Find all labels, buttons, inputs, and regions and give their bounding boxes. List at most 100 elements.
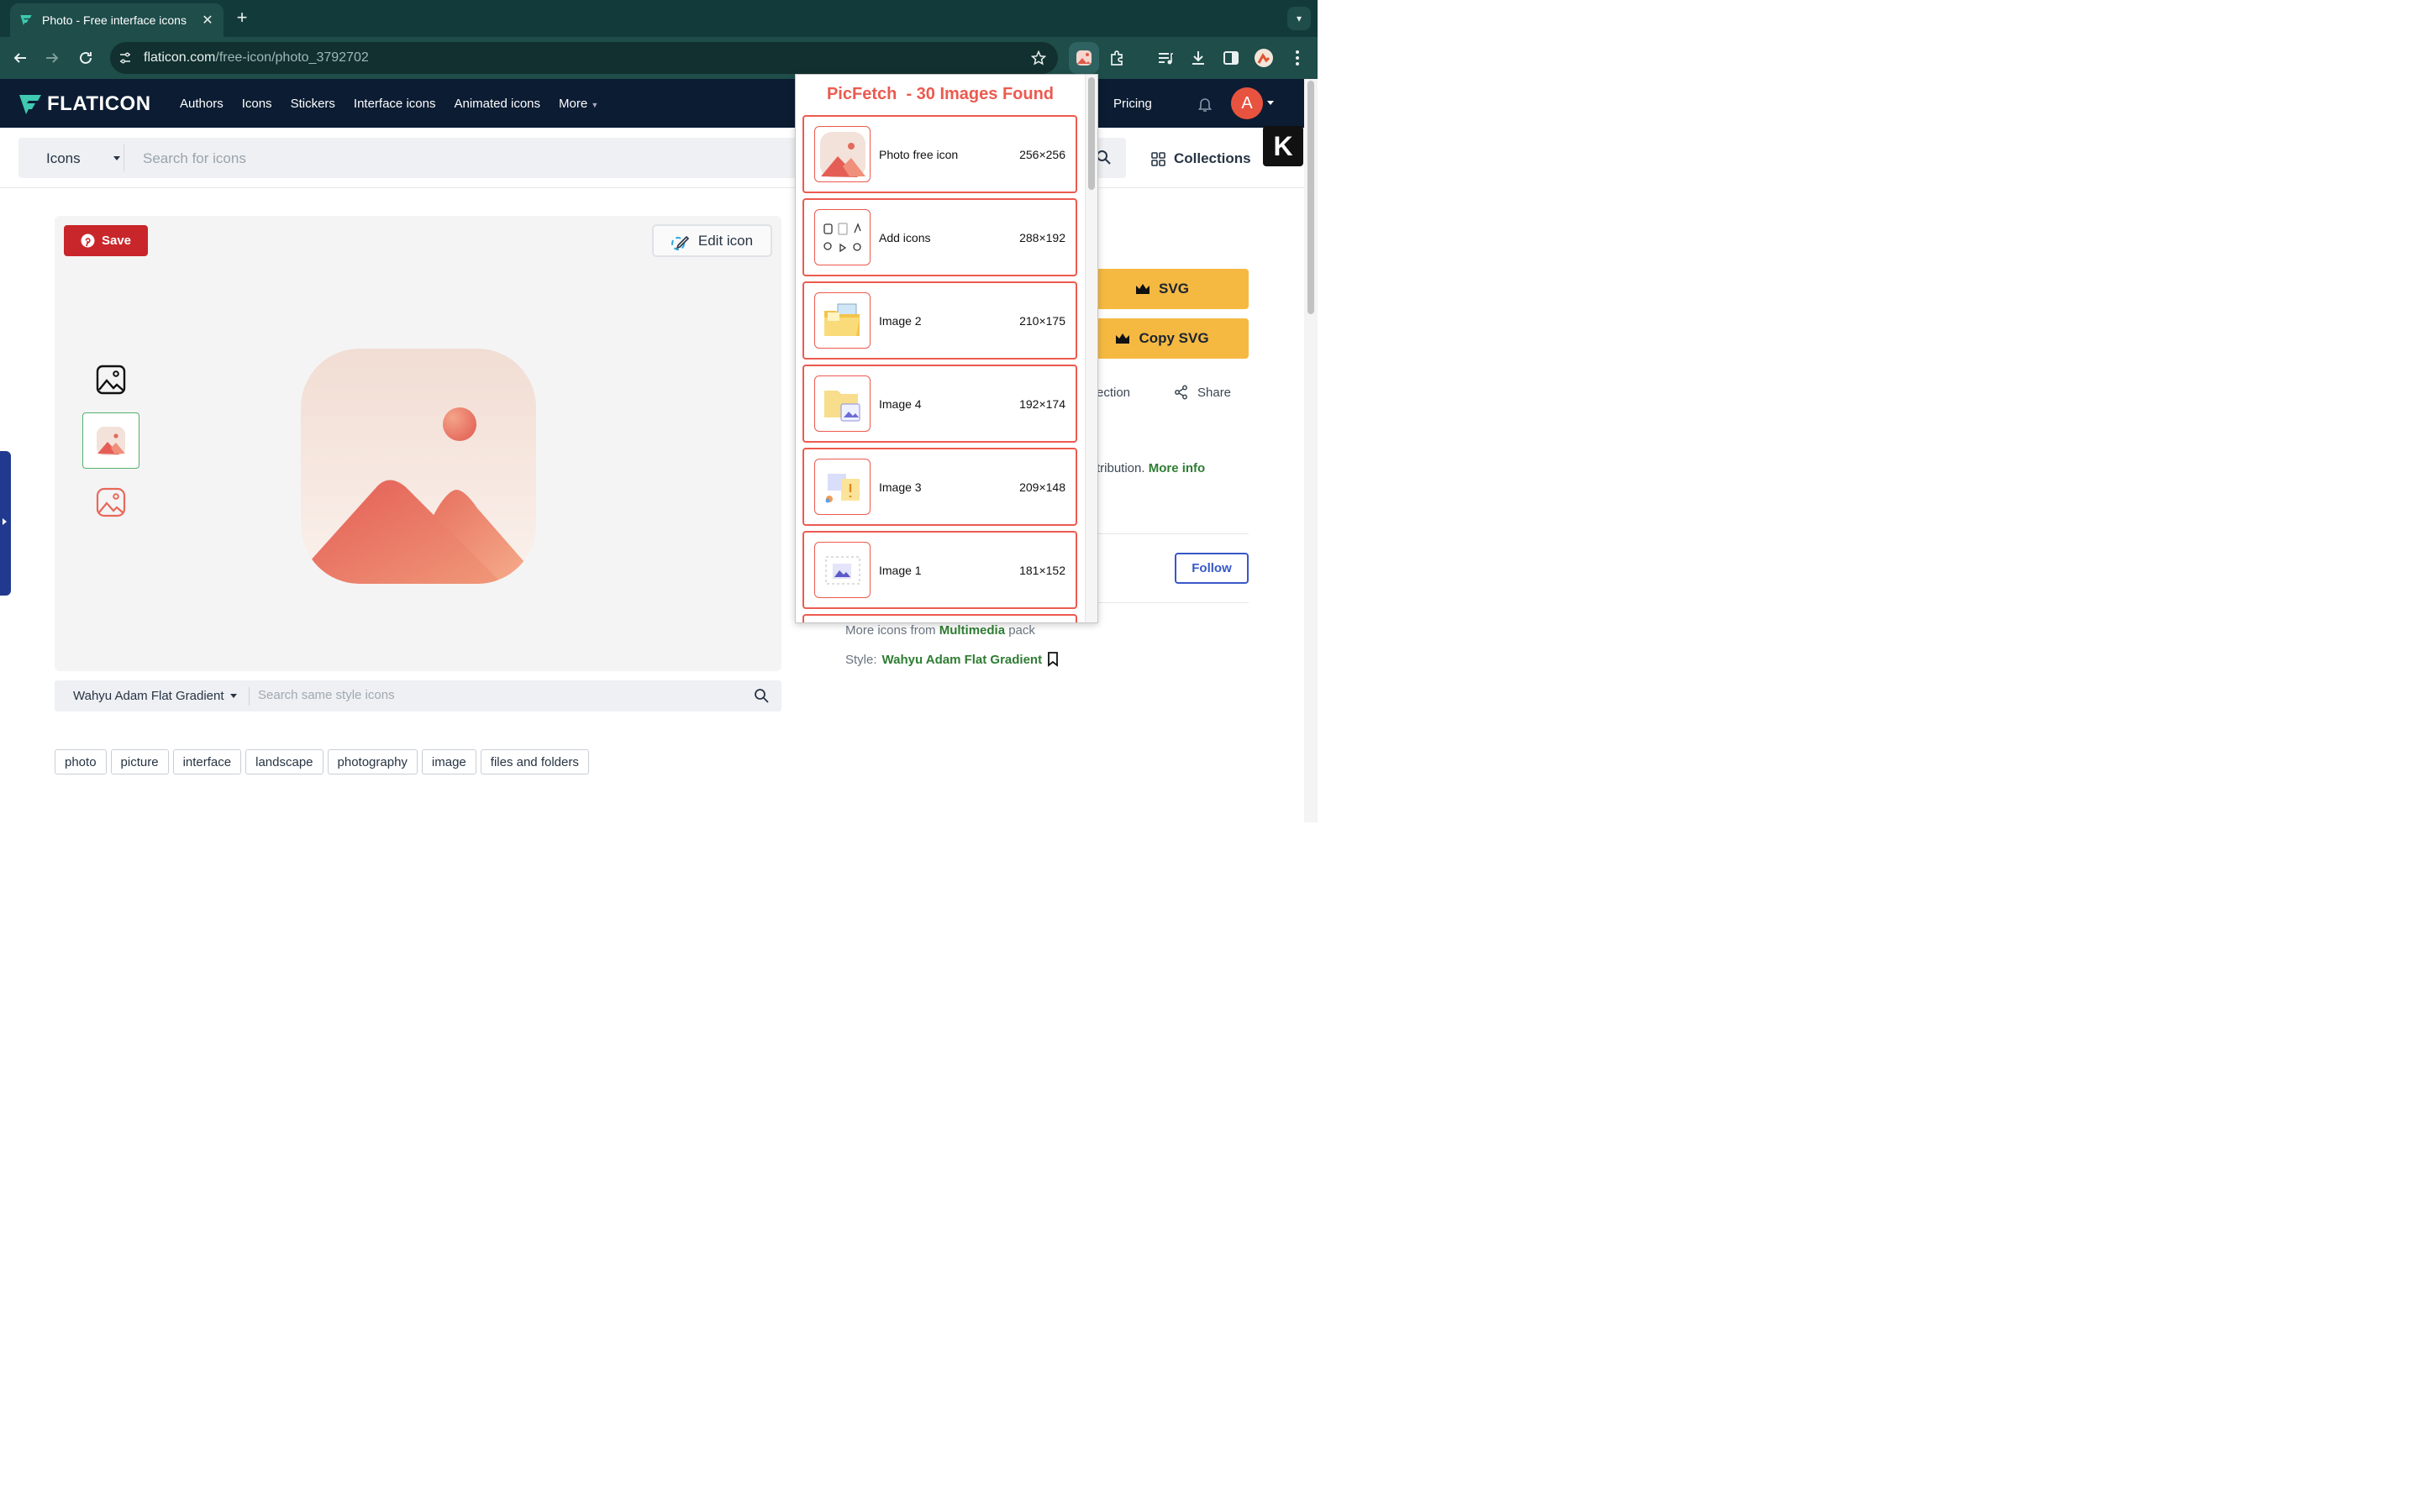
picfetch-item[interactable]: Image 1 181×152 xyxy=(802,531,1077,609)
tab-search-icon[interactable]: ▾ xyxy=(1287,7,1311,30)
picfetch-item-size: 210×175 xyxy=(1019,314,1065,328)
user-avatar[interactable]: A xyxy=(1231,87,1263,119)
main-nav: Authors Icons Stickers Interface icons A… xyxy=(180,97,598,111)
download-icon[interactable] xyxy=(1188,48,1208,68)
tag-picture[interactable]: picture xyxy=(110,749,169,774)
url-text: flaticon.com/free-icon/photo_3792702 xyxy=(144,50,369,66)
image-warning-icon xyxy=(825,473,860,502)
follow-button[interactable]: Follow xyxy=(1175,553,1249,584)
search-icon[interactable] xyxy=(754,688,769,703)
page-scrollbar[interactable] xyxy=(1304,79,1318,822)
picfetch-thumbnail xyxy=(814,292,871,349)
tag-files-and-folders[interactable]: files and folders xyxy=(480,749,589,774)
browser-tab[interactable]: Photo - Free interface icons ✕ xyxy=(10,3,224,37)
picfetch-item[interactable]: Image 4 192×174 xyxy=(802,365,1077,443)
picfetch-item-name: Image 4 xyxy=(879,397,922,411)
collections-button[interactable]: Collections xyxy=(1151,150,1251,167)
reload-icon[interactable] xyxy=(76,48,96,68)
nav-interface-icons[interactable]: Interface icons xyxy=(354,97,436,111)
site-info-icon[interactable] xyxy=(118,51,132,65)
picfetch-extension-icon[interactable] xyxy=(1069,42,1099,74)
picfetch-popup: PicFetch - 30 Images Found Photo free ic… xyxy=(795,74,1098,623)
picfetch-thumbnail xyxy=(814,375,871,432)
nav-more-label: More xyxy=(559,97,588,111)
extensions-puzzle-icon[interactable] xyxy=(1107,48,1128,68)
picfetch-item[interactable]: Add icons 288×192 xyxy=(802,198,1077,276)
picfetch-item-name: Add icons xyxy=(879,231,931,244)
tag-photography[interactable]: photography xyxy=(327,749,418,774)
chevron-down-icon: ▼ xyxy=(591,101,599,109)
nav-stickers[interactable]: Stickers xyxy=(291,97,335,111)
nav-authors[interactable]: Authors xyxy=(180,97,224,111)
folder-image-icon xyxy=(823,390,860,421)
pack-link[interactable]: Multimedia xyxy=(939,623,1005,638)
add-icons-sketch-icon xyxy=(823,222,861,252)
picfetch-thumbnail xyxy=(814,542,871,598)
browser-menu-icon[interactable] xyxy=(1287,48,1307,68)
profile-avatar-icon[interactable] xyxy=(1254,48,1274,68)
picfetch-scrollbar[interactable] xyxy=(1085,75,1097,622)
picfetch-item[interactable]: Image 3 209×148 xyxy=(802,448,1077,526)
search-type-select[interactable]: Icons xyxy=(46,150,81,167)
pencil-icon xyxy=(671,235,690,250)
svg-label: SVG xyxy=(1159,281,1189,297)
pack-info: More icons from Multimedia pack xyxy=(845,623,1035,638)
side-drawer-handle[interactable] xyxy=(0,451,11,596)
k-extension-icon[interactable]: K xyxy=(1263,126,1303,166)
variant-gradient-thumb[interactable] xyxy=(82,412,139,469)
share-icon xyxy=(1175,385,1187,400)
address-bar[interactable]: flaticon.com/free-icon/photo_3792702 xyxy=(110,42,1058,74)
url-host: flaticon.com xyxy=(144,50,216,65)
media-controls-icon[interactable] xyxy=(1155,48,1176,68)
more-info-link[interactable]: More info xyxy=(1149,461,1206,475)
forward-icon[interactable] xyxy=(42,48,62,68)
style-link[interactable]: Wahyu Adam Flat Gradient xyxy=(882,653,1043,667)
divider xyxy=(1092,533,1249,534)
icon-preview-panel xyxy=(55,216,781,671)
search-input[interactable]: Search for icons xyxy=(143,150,246,167)
bookmark-star-icon[interactable] xyxy=(1031,50,1046,66)
style-select[interactable]: Wahyu Adam Flat Gradient xyxy=(73,689,224,703)
url-path: /free-icon/photo_3792702 xyxy=(215,50,369,65)
picfetch-item[interactable] xyxy=(802,614,1077,622)
picfetch-item[interactable]: Image 2 210×175 xyxy=(802,281,1077,360)
nav-more[interactable]: More ▼ xyxy=(559,97,598,111)
picfetch-title: PicFetch - 30 Images Found xyxy=(826,85,1055,103)
nav-animated-icons[interactable]: Animated icons xyxy=(454,97,540,111)
photo-gradient-icon xyxy=(97,426,125,455)
image-folder-icon xyxy=(823,303,860,336)
page-scrollbar-thumb[interactable] xyxy=(1307,81,1314,314)
tag-interface[interactable]: interface xyxy=(172,749,242,774)
nav-pricing[interactable]: Pricing xyxy=(1113,97,1152,111)
close-tab-icon[interactable]: ✕ xyxy=(200,12,215,29)
tag-landscape[interactable]: landscape xyxy=(245,749,324,774)
browser-toolbar: flaticon.com/free-icon/photo_3792702 xyxy=(0,37,1318,79)
chevron-down-icon[interactable] xyxy=(113,156,120,160)
pinterest-save-button[interactable]: Save xyxy=(64,225,148,256)
add-to-collection-link[interactable]: ection xyxy=(1097,386,1130,400)
style-search-input[interactable]: Search same style icons xyxy=(258,688,395,702)
edit-icon-button[interactable]: Edit icon xyxy=(652,224,772,257)
avatar-caret-icon[interactable] xyxy=(1267,101,1274,105)
download-svg-button[interactable]: SVG xyxy=(1076,269,1249,309)
chevron-down-icon[interactable] xyxy=(230,694,237,698)
picfetch-item[interactable]: Photo free icon 256×256 xyxy=(802,115,1077,193)
nav-icons[interactable]: Icons xyxy=(242,97,272,111)
back-icon[interactable] xyxy=(10,48,30,68)
notification-bell-icon[interactable] xyxy=(1197,96,1213,117)
side-panel-icon[interactable] xyxy=(1221,48,1241,68)
tag-photo[interactable]: photo xyxy=(55,749,107,774)
save-label: Save xyxy=(101,234,132,248)
photo-lineal-color-icon xyxy=(96,487,126,517)
new-tab-icon[interactable]: + xyxy=(233,8,251,27)
tag-image[interactable]: image xyxy=(421,749,476,774)
variant-linear-thumb[interactable] xyxy=(94,363,128,396)
variant-lineal-color-thumb[interactable] xyxy=(94,486,128,519)
flaticon-logo[interactable]: FLATICON xyxy=(18,92,151,116)
share-button[interactable]: Share xyxy=(1174,385,1231,400)
picfetch-scrollbar-thumb[interactable] xyxy=(1088,77,1095,190)
style-search-bar: Wahyu Adam Flat Gradient Search same sty… xyxy=(55,680,781,711)
copy-svg-button[interactable]: Copy SVG xyxy=(1076,318,1249,359)
bookmark-icon[interactable] xyxy=(1047,652,1059,667)
tab-title: Photo - Free interface icons xyxy=(42,13,187,27)
